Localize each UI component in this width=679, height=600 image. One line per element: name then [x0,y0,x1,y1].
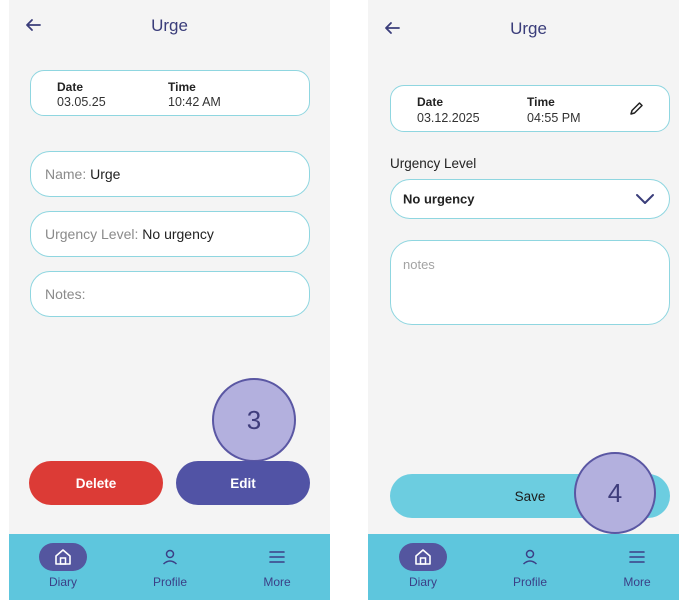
delete-button[interactable]: Delete [29,461,163,505]
nav-item-profile[interactable]: Profile [490,534,570,600]
name-field: Name: Urge [30,151,310,197]
menu-icon [253,543,301,571]
edit-pencil-icon[interactable] [627,100,645,118]
nav-label-profile: Profile [512,575,547,589]
notes-placeholder: notes [403,257,435,272]
name-label: Name: [45,166,91,182]
notes-textarea[interactable]: notes [390,240,670,325]
urge-edit-screen: Urge Date 03.12.2025 Time 04:55 PM Urgen… [368,0,679,600]
urge-detail-screen: Urge Date 03.05.25 Time 10:42 AM Name: U… [9,0,330,600]
nav-label-diary: Diary [408,575,437,589]
nav-label-profile: Profile [152,575,187,589]
nav-item-profile[interactable]: Profile [130,534,210,600]
urgency-select[interactable]: No urgency [390,179,670,219]
top-bar: Urge [9,12,330,42]
time-value: 04:55 PM [527,111,581,125]
name-value: Urge [90,166,121,182]
home-icon [39,543,87,571]
nav-label-more: More [263,575,291,589]
page-title: Urge [151,16,188,35]
edit-button[interactable]: Edit [176,461,310,505]
time-value: 10:42 AM [168,95,221,109]
notes-label: Notes: [45,286,86,302]
person-icon [506,543,554,571]
step-callout-4: 4 [574,452,656,534]
date-value: 03.12.2025 [417,111,480,125]
urgency-label: Urgency Level: [45,226,143,242]
urgency-select-value: No urgency [403,191,475,207]
notes-field: Notes: [30,271,310,317]
date-label: Date [57,80,84,94]
urgency-field: Urgency Level: No urgency [30,211,310,257]
date-label: Date [417,95,444,109]
nav-item-diary[interactable]: Diary [23,534,103,600]
step-callout-3: 3 [212,378,296,462]
urgency-value: No urgency [142,226,214,242]
date-time-card[interactable]: Date 03.12.2025 Time 04:55 PM [390,85,670,132]
nav-item-more[interactable]: More [237,534,317,600]
home-icon [399,543,447,571]
bottom-nav: Diary Profile More [368,534,679,600]
bottom-nav: Diary Profile More [9,534,330,600]
page-title: Urge [510,19,547,38]
top-bar: Urge [368,15,679,45]
chevron-down-icon [636,194,654,204]
nav-label-diary: Diary [48,575,77,589]
urgency-level-label: Urgency Level [390,156,477,171]
date-value: 03.05.25 [57,95,106,109]
menu-icon [613,543,661,571]
nav-item-diary[interactable]: Diary [383,534,463,600]
nav-item-more[interactable]: More [597,534,677,600]
nav-label-more: More [623,575,651,589]
person-icon [146,543,194,571]
time-label: Time [527,95,555,109]
time-label: Time [168,80,196,94]
date-time-card: Date 03.05.25 Time 10:42 AM [30,70,310,116]
